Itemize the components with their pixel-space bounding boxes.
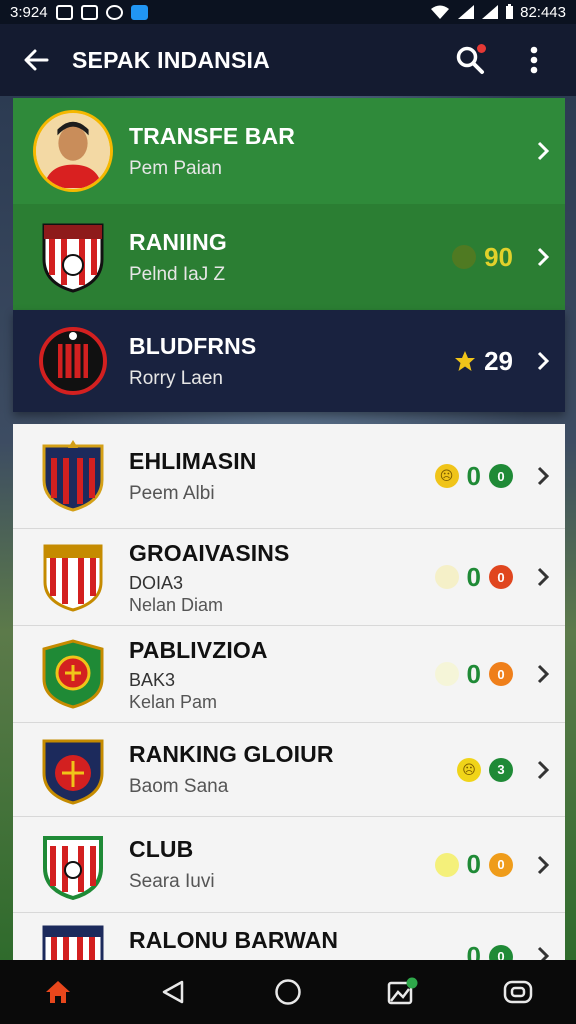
ranking-list: TRANSFE BAR Pem Paian RANIING Pelnd IaJ … [13, 98, 565, 985]
row-subtitle-line1: BAK3 [129, 669, 176, 690]
notification-dot [477, 44, 486, 53]
row-value-a: 0 [466, 460, 481, 491]
chevron-right-icon [521, 663, 565, 685]
row-value: 90 [484, 241, 513, 272]
wifi-icon [431, 5, 450, 19]
row-value: 29 [484, 345, 513, 376]
home-circle-icon [275, 979, 301, 1005]
club-crest-icon [33, 537, 113, 617]
recents-icon [504, 980, 533, 1004]
chevron-right-icon [521, 140, 565, 162]
row-value-a: 0 [466, 849, 481, 879]
back-button[interactable] [0, 24, 72, 96]
status-bar: 3:924 82:443 [0, 0, 576, 24]
system-nav-bar [0, 960, 576, 1024]
row-subtitle: Pelnd IaJ Z [129, 263, 226, 285]
status-time: 3:924 [10, 3, 48, 21]
club-crest-icon [33, 825, 113, 905]
row-value-b: 0 [489, 565, 513, 589]
app-bar: SEPAK INDANSIA [0, 24, 576, 96]
row-subtitle: Pem Paian [129, 157, 222, 179]
row-subtitle-line2: Nelan Diam [129, 594, 224, 615]
row-title: CLUB [129, 836, 194, 862]
row-value-b: 0 [489, 852, 513, 877]
list-item[interactable]: TRANSFE BAR Pem Paian [13, 98, 565, 204]
chevron-right-icon [521, 246, 565, 268]
emoji-icon: ☹ [457, 757, 481, 782]
row-title: BLUDFRNS [129, 332, 257, 359]
battery-icon [506, 4, 514, 19]
emoji-icon: ☹ [434, 464, 459, 488]
sync-icon [105, 4, 123, 20]
status-dot [434, 852, 459, 877]
search-button[interactable] [442, 32, 498, 88]
chevron-right-icon [521, 350, 565, 372]
nav-home-button[interactable] [26, 960, 90, 1024]
status-right-text: 82:443 [520, 3, 566, 21]
more-vertical-icon [530, 46, 538, 74]
list-item[interactable]: CLUB Seara Iuvi 0 0 [13, 817, 565, 913]
nav-recents-button[interactable] [486, 960, 550, 1024]
arrow-left-icon [24, 49, 49, 71]
download-icon [130, 4, 148, 20]
row-subtitle-line1: DOIA3 [129, 572, 184, 593]
row-subtitle: Baom Sana [129, 776, 229, 797]
list-item[interactable]: RANIING Pelnd IaJ Z 90 [13, 204, 565, 310]
list-item[interactable]: BLUDFRNS Rorry Laen 29 [13, 310, 565, 412]
gallery-icon [387, 977, 418, 1005]
row-title: EHLIMASIN [129, 447, 257, 474]
nav-circle-button[interactable] [256, 960, 320, 1024]
home-icon [45, 981, 70, 1003]
row-value-b: 0 [489, 662, 513, 686]
row-title: GROAIVASINS [129, 539, 290, 566]
row-subtitle: Seara Iuvi [129, 871, 215, 892]
row-value-b: 0 [489, 464, 513, 488]
status-dot [434, 565, 459, 589]
chevron-right-icon [521, 465, 565, 487]
signal-icon [458, 5, 475, 19]
row-subtitle: Peem Albi [129, 482, 215, 504]
row-value-b: 3 [489, 757, 513, 782]
star-icon [455, 351, 476, 371]
signal-icon-2 [482, 5, 499, 19]
club-crest-icon [33, 730, 113, 810]
row-value-a: 0 [466, 561, 481, 592]
chevron-right-icon [521, 759, 565, 781]
club-crest-icon [33, 321, 113, 401]
more-options-button[interactable] [506, 32, 562, 88]
list-item[interactable]: PABLIVZIOA BAK3 Kelan Pam 0 0 [13, 626, 565, 723]
club-crest-icon [33, 436, 113, 516]
row-value-a: 0 [466, 658, 481, 689]
chevron-right-icon [521, 566, 565, 588]
player-avatar [33, 110, 113, 192]
status-dot [434, 662, 459, 686]
nav-gallery-button[interactable] [371, 960, 435, 1024]
list-item[interactable]: GROAIVASINS DOIA3 Nelan Diam 0 0 [13, 529, 565, 626]
row-title: TRANSFE BAR [129, 122, 295, 149]
chevron-right-icon [521, 854, 565, 876]
list-item[interactable]: RANKING GLOIUR Baom Sana ☹ 3 [13, 723, 565, 817]
club-crest-icon [33, 217, 113, 297]
list-item[interactable]: EHLIMASIN Peem Albi ☹ 0 0 [13, 424, 565, 529]
nav-back-button[interactable] [141, 960, 205, 1024]
row-subtitle: Rorry Laen [129, 367, 223, 389]
row-title: RALONU BARWAN [129, 927, 339, 953]
app-title: SEPAK INDANSIA [72, 46, 270, 73]
app-icon [80, 4, 98, 20]
club-crest-icon [33, 634, 113, 714]
row-title: RANIING [129, 228, 227, 255]
row-title: RANKING GLOIUR [129, 741, 334, 767]
back-icon [162, 980, 184, 1004]
photo-icon [55, 4, 73, 20]
row-title: PABLIVZIOA [129, 636, 268, 663]
status-dot [452, 245, 477, 269]
row-subtitle-line2: Kelan Pam [129, 691, 218, 712]
